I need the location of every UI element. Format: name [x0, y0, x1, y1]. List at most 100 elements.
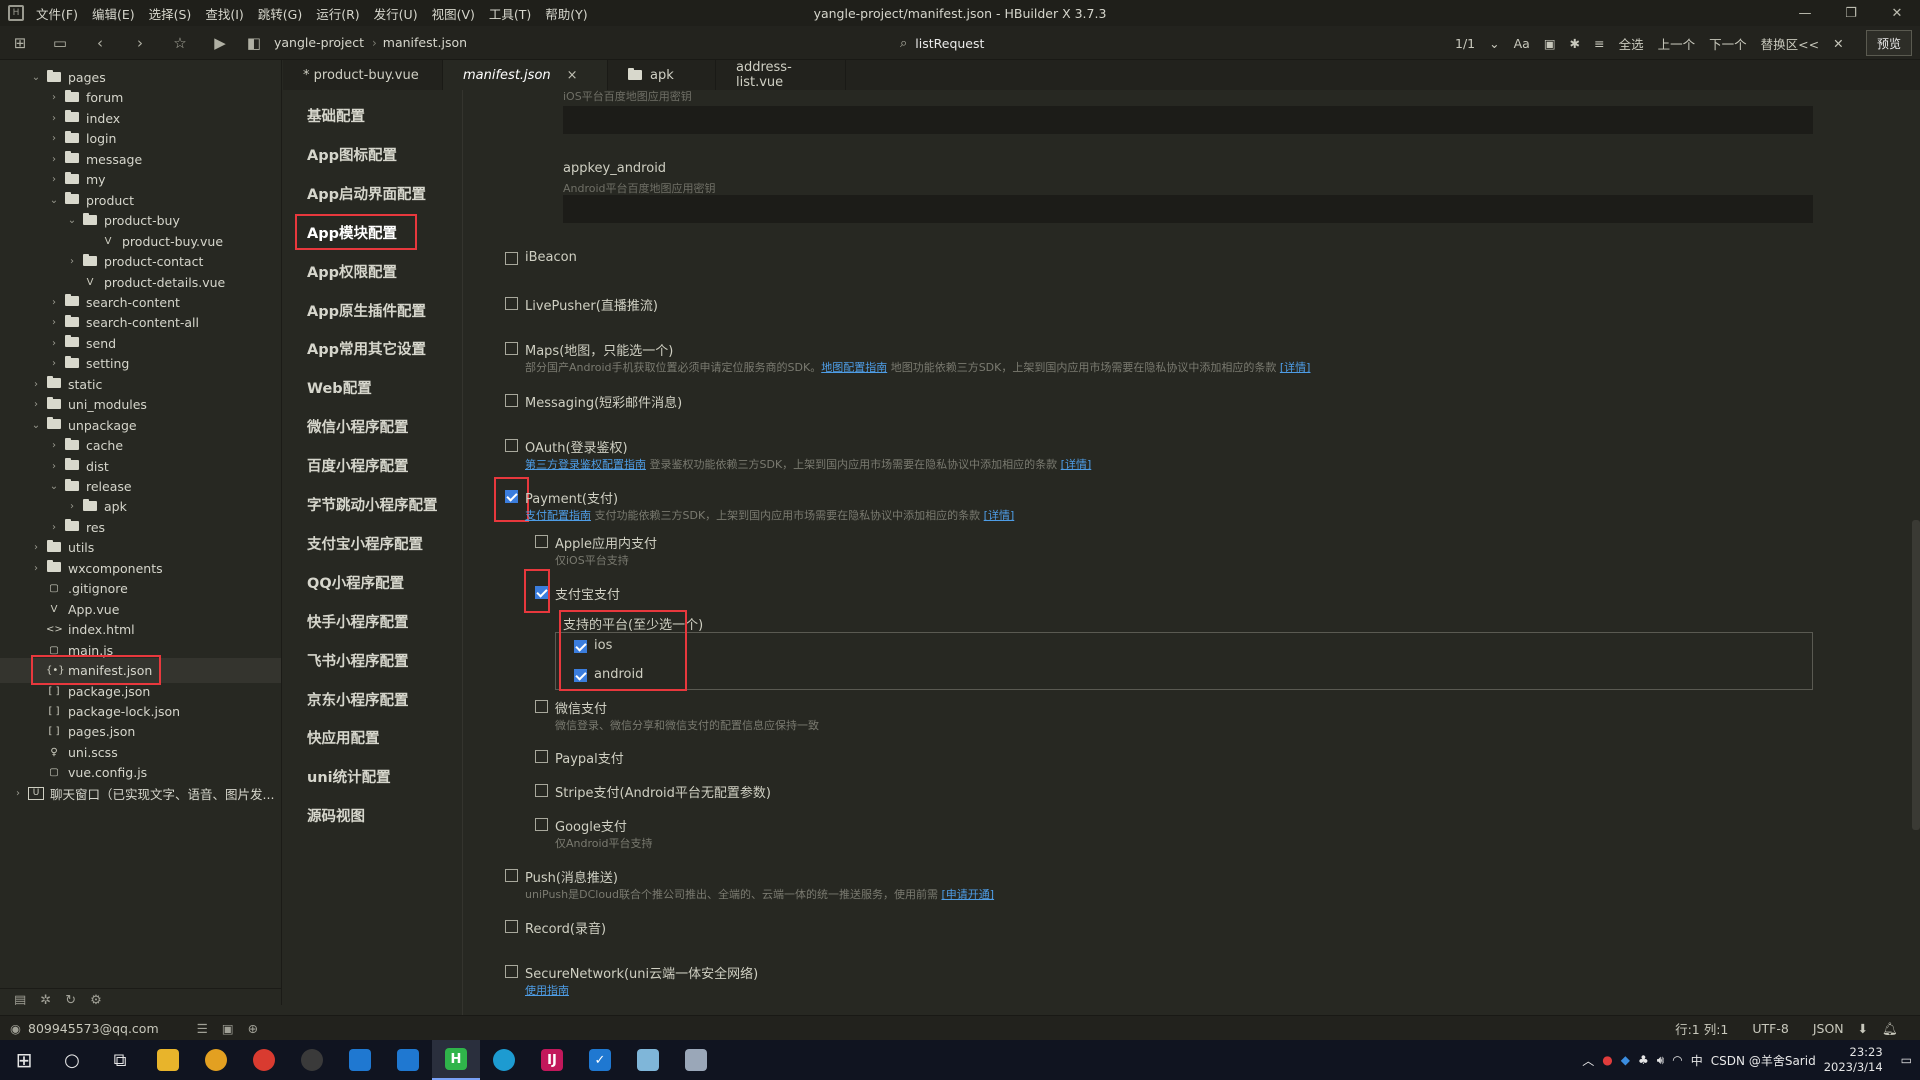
bell-icon[interactable]: 🔔︎ [1882, 1021, 1898, 1037]
messaging-checkbox[interactable] [505, 394, 518, 407]
record-checkbox[interactable] [505, 920, 518, 933]
config-nav-item[interactable]: 微信小程序配置 [307, 416, 409, 437]
window-app-icon-2[interactable] [384, 1040, 432, 1080]
chevron-right-icon[interactable]: › [48, 338, 60, 349]
notification-icon[interactable]: ▭ [1901, 1053, 1912, 1067]
oauth-guide-link[interactable]: 第三方登录鉴权配置指南 [525, 458, 646, 471]
weibo-icon[interactable]: ● [1602, 1053, 1612, 1067]
content-scrollbar[interactable] [1912, 520, 1920, 830]
livepusher-checkbox[interactable] [505, 297, 518, 310]
tab-manifest[interactable]: manifest.json × [443, 60, 608, 90]
edge-icon[interactable] [480, 1040, 528, 1080]
config-nav-item[interactable]: Web配置 [307, 377, 372, 398]
payment-guide-link[interactable]: 支付配置指南 [525, 509, 591, 522]
close-tab-icon[interactable]: × [567, 68, 578, 83]
ibeacon-checkbox[interactable] [505, 252, 518, 265]
payment-checkbox[interactable] [505, 490, 518, 503]
paypal-checkbox[interactable] [535, 750, 548, 763]
close-find-icon[interactable]: ✕ [1833, 36, 1843, 51]
config-nav-item[interactable]: 百度小程序配置 [307, 455, 409, 476]
chevron-right-icon[interactable]: › [66, 501, 78, 512]
chevron-right-icon[interactable]: › [30, 379, 42, 390]
config-nav-item[interactable]: 字节跳动小程序配置 [307, 494, 438, 515]
cursor-position[interactable]: 行:1 列:1 [1675, 1019, 1728, 1038]
breadcrumb-file[interactable]: manifest.json [383, 35, 467, 50]
minimize-button[interactable]: — [1782, 0, 1828, 26]
menu-find[interactable]: 查找(I) [201, 4, 253, 23]
encoding[interactable]: UTF-8 [1752, 1021, 1788, 1036]
oauth-detail-link[interactable]: [详情] [1061, 458, 1092, 471]
select-all-button[interactable]: 全选 [1619, 34, 1644, 53]
chevron-right-icon[interactable]: › [48, 358, 60, 369]
list-icon[interactable]: ☰ [197, 1021, 208, 1036]
securenetwork-guide-link[interactable]: 使用指南 [525, 984, 569, 997]
tray-chevron-up-icon[interactable]: ︿ [1582, 1052, 1594, 1069]
whole-word-icon[interactable]: ▣ [1544, 36, 1556, 51]
chevron-right-icon[interactable]: › [48, 317, 60, 328]
wifi-icon[interactable]: ◠ [1672, 1053, 1682, 1067]
menu-goto[interactable]: 跳转(G) [254, 4, 312, 23]
chevron-right-icon[interactable]: › [12, 788, 24, 799]
find-input[interactable]: listRequest [915, 36, 984, 51]
remote-desktop-icon[interactable] [672, 1040, 720, 1080]
restore-button[interactable]: ❐ [1828, 0, 1874, 26]
chevron-right-icon[interactable]: › [30, 542, 42, 553]
chevron-down-icon[interactable]: ⌄ [48, 481, 60, 492]
config-nav-item[interactable]: App启动界面配置 [307, 183, 426, 204]
chevron-right-icon[interactable]: › [48, 440, 60, 451]
ime-indicator[interactable]: 中 [1691, 1052, 1703, 1069]
config-nav-item[interactable]: uni统计配置 [307, 766, 391, 787]
chevron-right-icon[interactable]: › [48, 154, 60, 165]
search-icon[interactable]: ○ [48, 1040, 96, 1080]
app-icon[interactable] [288, 1040, 336, 1080]
ios-checkbox[interactable] [574, 640, 587, 653]
clock[interactable]: 23:23 2023/3/14 [1824, 1045, 1883, 1075]
maps-guide-link[interactable]: 地图配置指南 [821, 361, 887, 374]
menu-publish[interactable]: 发行(U) [370, 4, 428, 23]
match-case-button[interactable]: Aa [1514, 36, 1530, 51]
menu-file[interactable]: 文件(F) [32, 4, 88, 23]
config-nav-item[interactable]: 源码视图 [307, 805, 365, 826]
close-window-button[interactable]: ✕ [1874, 0, 1920, 26]
menu-run[interactable]: 运行(R) [312, 4, 369, 23]
language-mode[interactable]: JSON [1813, 1021, 1844, 1036]
prev-match-button[interactable]: 上一个 [1658, 34, 1696, 53]
config-nav-item[interactable]: 飞书小程序配置 [307, 650, 409, 671]
chevron-right-icon[interactable]: › [48, 92, 60, 103]
bookmark-star-icon[interactable]: ☆ [160, 26, 200, 60]
tab-address-list[interactable]: address-list.vue [716, 60, 846, 90]
globe-icon[interactable]: ⊕ [248, 1021, 258, 1036]
refresh-icon[interactable]: ↻ [65, 993, 76, 1005]
appkey-android-input[interactable] [563, 195, 1813, 223]
run-icon[interactable]: ▶ [200, 26, 240, 60]
chrome-canary-icon[interactable] [192, 1040, 240, 1080]
config-nav-item[interactable]: App图标配置 [307, 144, 397, 165]
next-match-button[interactable]: 下一个 [1709, 34, 1747, 53]
regex-icon[interactable]: ✱ [1570, 36, 1580, 51]
config-nav-item[interactable]: App常用其它设置 [307, 338, 426, 359]
chevron-right-icon[interactable]: › [30, 563, 42, 574]
back-icon[interactable]: ‹ [80, 26, 120, 60]
window-app-icon[interactable] [336, 1040, 384, 1080]
tree-project-item[interactable]: › U 聊天窗口（已实现文字、语音、图片发... [0, 781, 281, 806]
console-icon[interactable]: ▣ [222, 1021, 234, 1036]
securenetwork-checkbox[interactable] [505, 965, 518, 978]
android-checkbox[interactable] [574, 669, 587, 682]
menu-tools[interactable]: 工具(T) [485, 4, 541, 23]
align-icon[interactable]: ≡ [1594, 36, 1604, 51]
menu-view[interactable]: 视图(V) [428, 4, 485, 23]
chevron-right-icon[interactable]: › [48, 174, 60, 185]
security-app-icon[interactable]: ✓ [576, 1040, 624, 1080]
new-file-icon[interactable]: ⊞ [0, 26, 40, 60]
chevron-down-icon[interactable]: ⌄ [30, 420, 42, 431]
payment-detail-link[interactable]: [详情] [984, 509, 1015, 522]
cloud-app-icon[interactable]: ◆ [1621, 1053, 1630, 1067]
appkey-ios-input[interactable] [563, 106, 1813, 134]
maps-detail-link[interactable]: [详情] [1280, 361, 1311, 374]
config-nav-item[interactable]: 基础配置 [307, 105, 365, 126]
chevron-right-icon[interactable]: › [48, 113, 60, 124]
download-icon[interactable]: ⬇ [1858, 1021, 1868, 1036]
chrome-icon[interactable] [240, 1040, 288, 1080]
wechat-pay-checkbox[interactable] [535, 700, 548, 713]
google-pay-checkbox[interactable] [535, 818, 548, 831]
